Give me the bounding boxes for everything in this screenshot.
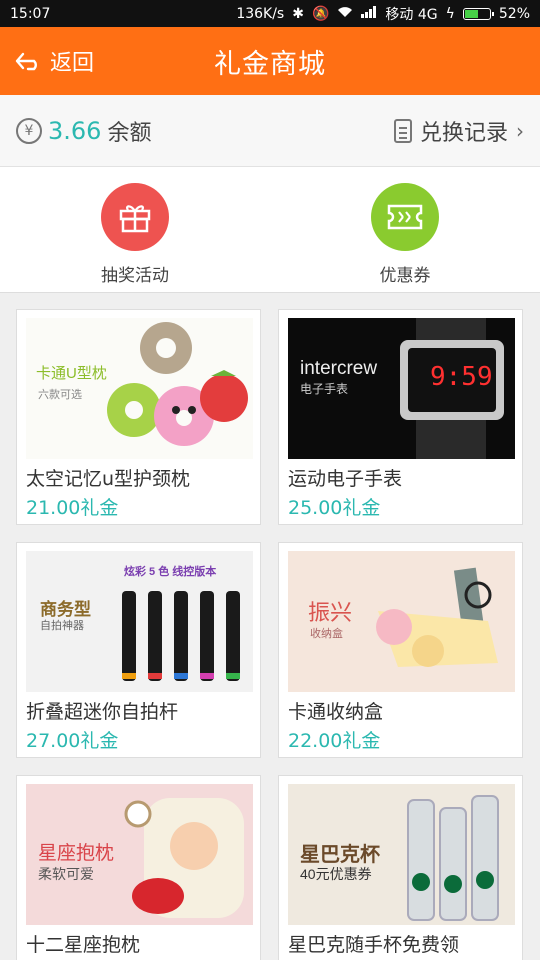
product-image-watch: intercrew 电子手表 9:59 (288, 318, 515, 459)
product-grid: 卡通U型枕 六款可选 太空记忆u型护颈枕 21.00礼金 intercrew 电… (0, 293, 540, 960)
battery-icon (462, 7, 494, 20)
balance-label: 余额 (107, 120, 152, 146)
product-card[interactable]: 炫彩 5 色 线控版本 商务型 自拍神器 折叠超迷你自拍杆 27.00礼金 (16, 542, 261, 758)
product-name: 卡通收纳盒 (288, 701, 384, 723)
product-image-selfie-stick: 炫彩 5 色 线控版本 商务型 自拍神器 (26, 551, 253, 692)
chevron-right-icon: › (516, 118, 524, 143)
exchange-records-label: 兑换记录 (419, 120, 508, 146)
cushion-illustration (124, 798, 244, 918)
product-card[interactable]: 卡通U型枕 六款可选 太空记忆u型护颈枕 21.00礼金 (16, 309, 261, 525)
status-bar: 15:07 136K/s ✱ 🔕 移动 4G ϟ 52% (0, 0, 540, 27)
lottery-action[interactable]: 抽奖活动 (0, 167, 270, 292)
balance-amount: 3.66 (48, 116, 102, 145)
product-card[interactable]: 星座抱枕 柔软可爱 十二星座抱枕 (16, 775, 261, 960)
product-card[interactable]: 振兴 收纳盒 卡通收纳盒 22.00礼金 (278, 542, 523, 758)
yen-icon: ¥ (16, 117, 42, 144)
mute-icon: 🔕 (311, 5, 330, 22)
battery-percent: 52% (498, 5, 530, 22)
nav-bar: 返回 礼金商城 (0, 27, 540, 95)
product-image-cup: 星巴克杯 40元优惠券 (288, 784, 515, 925)
balance-bar: ¥ 3.66 余额 兑换记录 › (0, 95, 540, 167)
bluetooth-icon: ✱ (292, 5, 304, 22)
product-image-storage-box: 振兴 收纳盒 (288, 551, 515, 692)
product-name: 十二星座抱枕 (26, 934, 141, 956)
selfie-stick-illustration (122, 591, 240, 681)
coupon-action[interactable]: 优惠券 (270, 167, 540, 292)
clipboard-icon (393, 118, 412, 143)
product-price: 27.00礼金 (26, 730, 119, 752)
product-card[interactable]: 星巴克杯 40元优惠券 星巴克随手杯免费领 (278, 775, 523, 960)
quick-actions: 抽奖活动 优惠券 (0, 167, 540, 293)
coupon-label: 优惠券 (379, 266, 431, 286)
product-card[interactable]: intercrew 电子手表 9:59 运动电子手表 25.00礼金 (278, 309, 523, 525)
product-price: 25.00礼金 (288, 497, 381, 519)
signal-icon (361, 5, 377, 22)
back-button[interactable]: 返回 (14, 27, 94, 95)
product-name: 折叠超迷你自拍杆 (26, 701, 179, 723)
wifi-icon (337, 6, 353, 22)
ticket-icon (371, 183, 439, 251)
product-price: 22.00礼金 (288, 730, 381, 752)
storage-box-illustration (376, 567, 498, 667)
status-time: 15:07 (10, 5, 51, 22)
pillow-illustration (107, 322, 248, 446)
lottery-label: 抽奖活动 (101, 266, 169, 286)
exchange-records-link[interactable]: 兑换记录 › (393, 115, 524, 147)
network-speed: 136K/s (236, 5, 285, 22)
status-right: 136K/s ✱ 🔕 移动 4G ϟ 52% (236, 4, 530, 24)
back-arrow-icon (15, 52, 37, 71)
battery-fill (464, 9, 479, 18)
back-label: 返回 (50, 51, 95, 76)
product-image-pillow: 卡通U型枕 六款可选 (26, 318, 253, 459)
product-name: 运动电子手表 (288, 468, 403, 490)
product-price: 21.00礼金 (26, 497, 119, 519)
gift-icon (101, 183, 169, 251)
product-image-cushion: 星座抱枕 柔软可爱 (26, 784, 253, 925)
charging-icon: ϟ (445, 5, 455, 22)
product-name: 星巴克随手杯免费领 (288, 934, 460, 956)
cup-illustration (407, 795, 499, 921)
carrier-label: 移动 4G (385, 6, 438, 23)
watch-digits: 9:59 (430, 362, 493, 392)
product-name: 太空记忆u型护颈枕 (26, 468, 191, 490)
